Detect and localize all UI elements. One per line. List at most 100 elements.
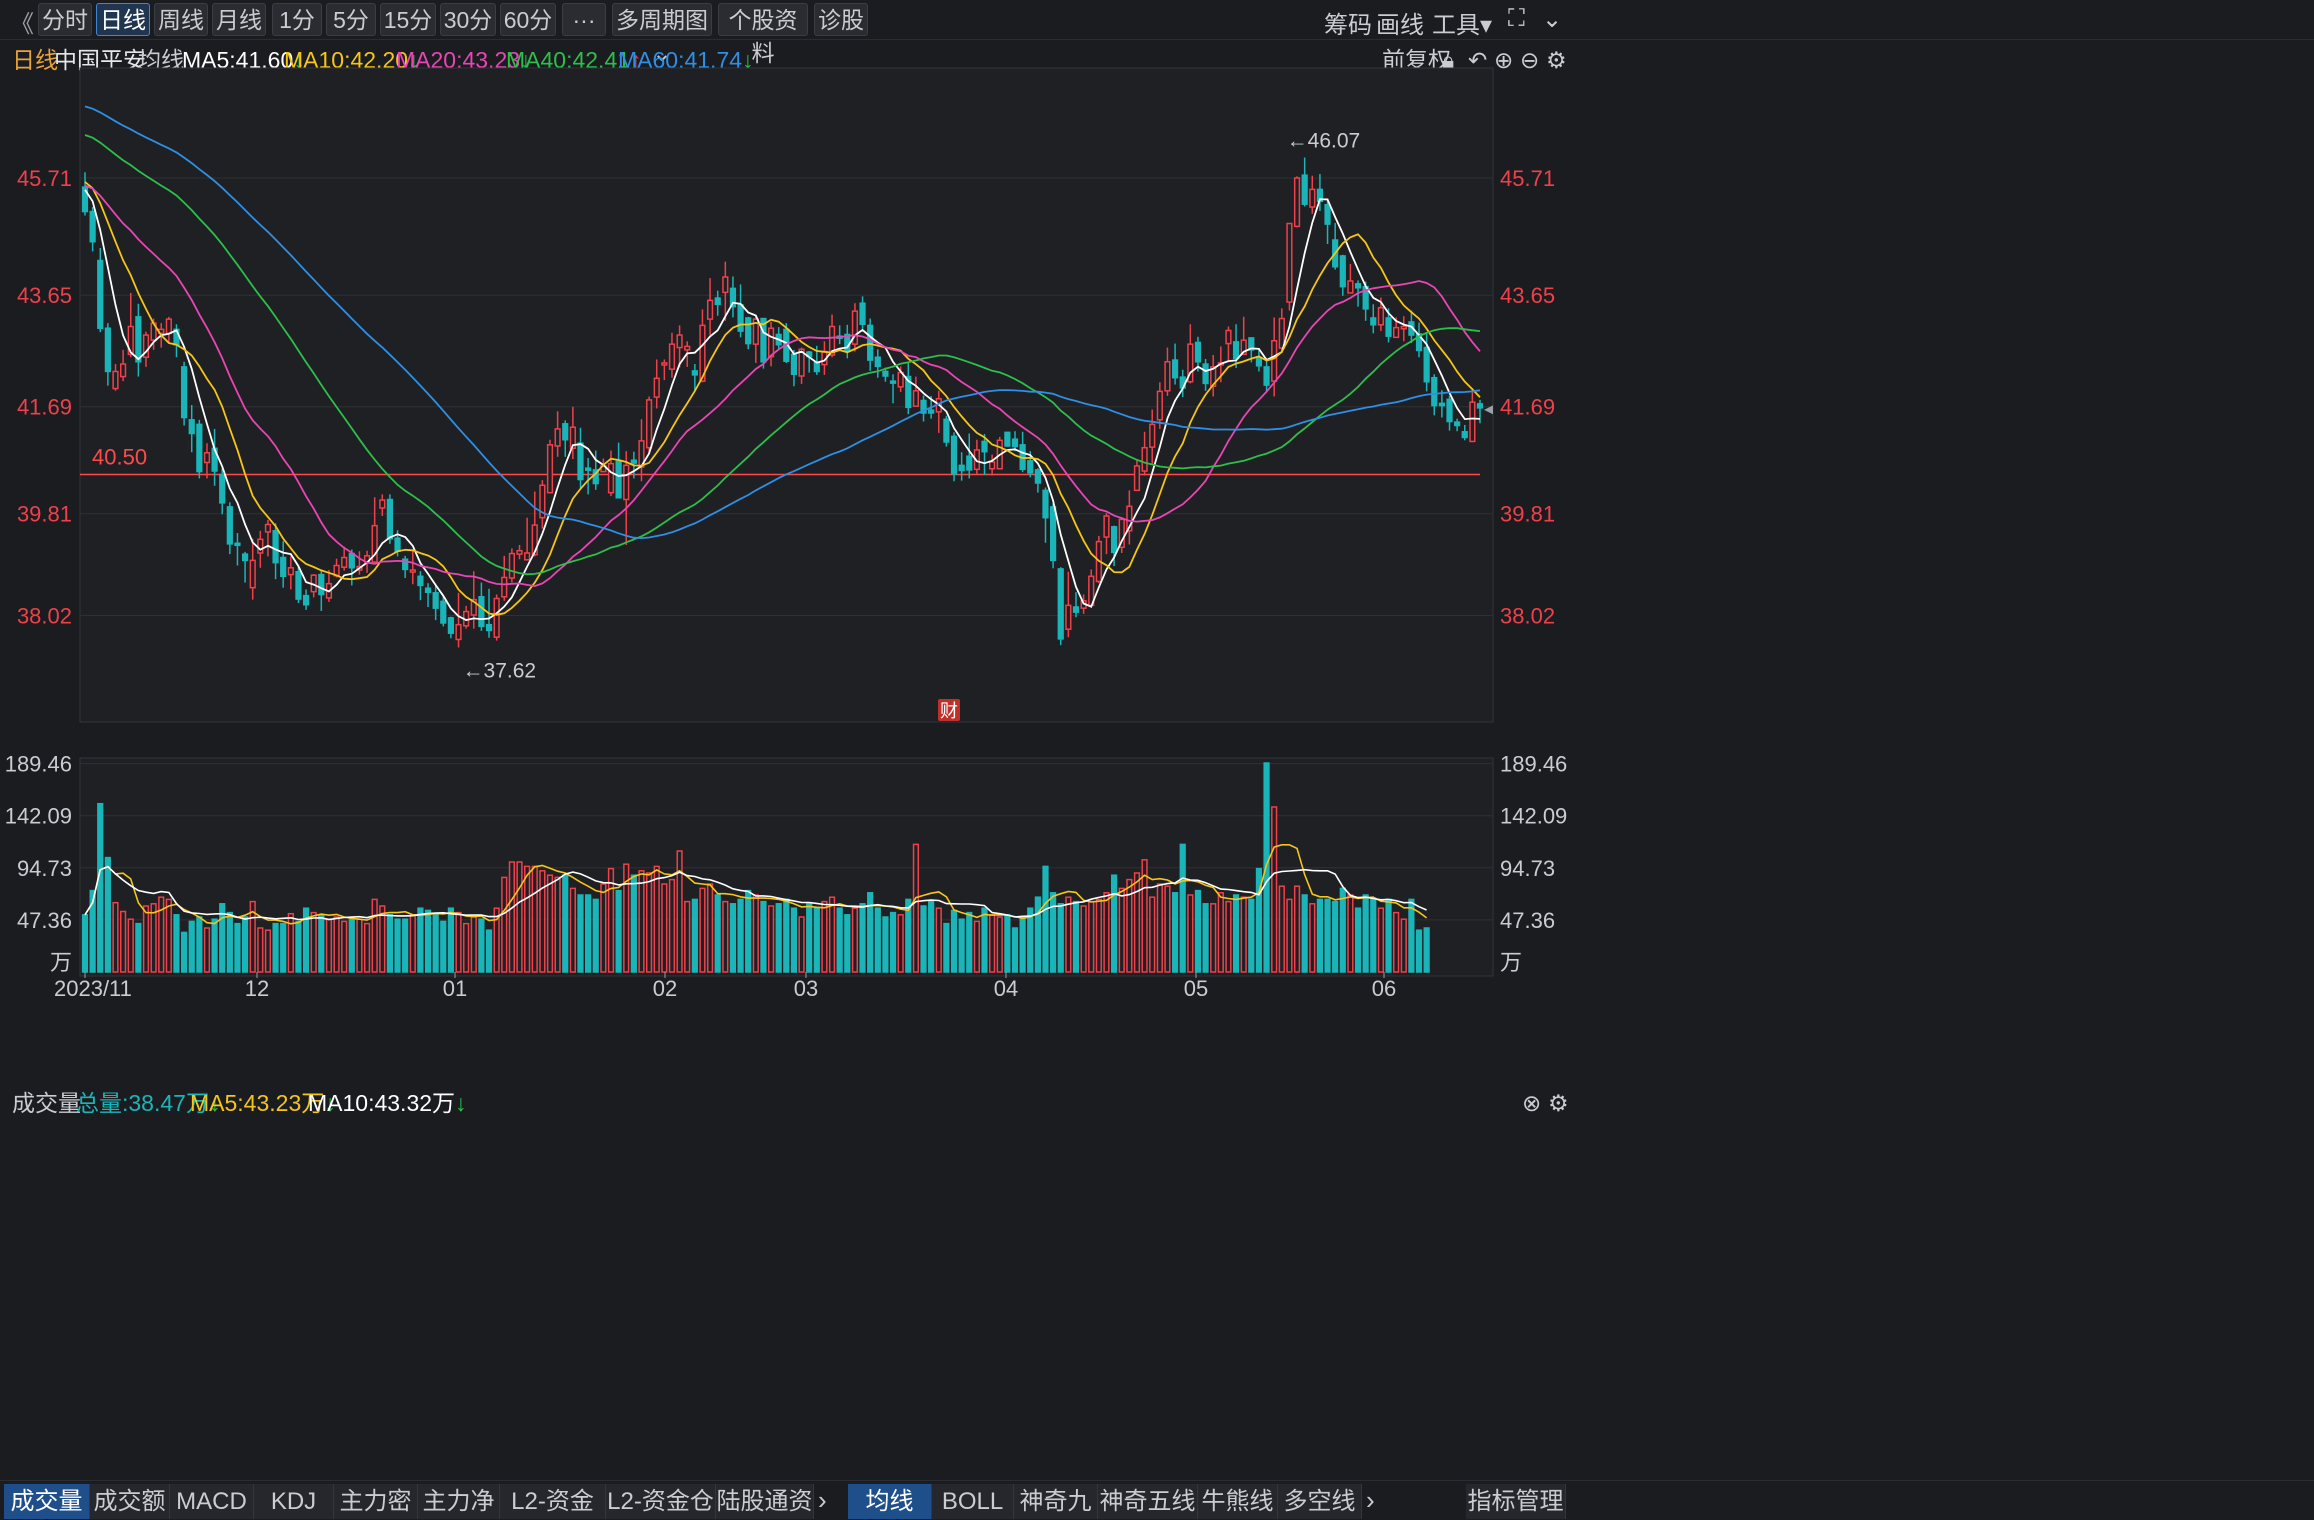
candle-body [676,334,683,349]
volume-bar [165,898,172,973]
volume-tick-label-right: 189.46 [1500,752,1567,777]
volume-tick-label: 万 [50,950,72,975]
volume-bar [783,898,790,973]
tab-volume[interactable]: 成交量 [4,1484,90,1519]
candle-body [1339,255,1346,288]
candle-body [241,553,249,562]
tab-main-code[interactable]: 主力密码 [334,1484,418,1519]
support-label: 40.50 [92,444,147,469]
candle-body [623,464,630,501]
tab-l2-bottom[interactable]: L2-资金抄底 [500,1484,606,1519]
x-tick-label: 12 [245,976,269,1001]
candle-body [1141,446,1148,472]
volume-bar [585,894,592,973]
right-tabs-next-icon[interactable]: › [1366,1485,1375,1516]
volume-bar [112,901,119,973]
tab-turnover[interactable]: 成交额 [90,1484,170,1519]
volume-bar [1110,874,1118,973]
candle-body [1110,526,1118,554]
candle-body [341,556,348,568]
candle-body [440,600,447,624]
volume-bar [1339,887,1346,973]
volume-bar [1225,900,1232,973]
volume-bar [1019,916,1026,973]
volume-bar [508,861,515,973]
candle-body [1271,339,1278,382]
tab-main-net[interactable]: 主力净额 [418,1484,500,1519]
volume-tick-label: 142.09 [5,804,72,829]
volume-bar [1080,905,1087,973]
volume-bar [760,900,767,973]
candle-body [1164,361,1171,392]
candle-body [1027,460,1034,474]
volume-settings-icon[interactable]: ⚙ [1548,1087,1569,1119]
tab-macd[interactable]: MACD [170,1484,254,1519]
candle-body [226,506,233,545]
volume-bar [295,920,302,973]
volume-bar [950,909,958,973]
volume-bar [1187,894,1194,973]
candle-body [249,559,256,589]
candle-body [882,370,889,377]
candle-body [714,297,721,306]
volume-bar [394,918,401,973]
volume-bar [1240,896,1247,973]
candle-body [1225,329,1232,345]
volume-bar [341,920,348,973]
volume-bar [1133,872,1141,973]
candle-body [1469,401,1476,443]
price-tick-label-right: 38.02 [1500,604,1555,629]
candle-body [272,530,279,564]
candle-body [645,399,653,449]
tab-long-short[interactable]: 多空线 [1278,1484,1362,1519]
volume-bar [241,916,249,973]
candle-body [691,370,698,376]
left-tabs-next-icon[interactable]: › [818,1485,827,1516]
candle-body [1034,469,1041,484]
volume-bar [203,927,211,973]
candle-body [447,617,455,634]
candle-body [386,498,394,540]
tab-five-line[interactable]: 神奇五线谱 [1098,1484,1198,1519]
volume-bar [447,907,455,973]
candle-body [745,317,752,345]
volume-bar [973,920,980,973]
candle-body [615,460,622,499]
candle-body [188,419,195,435]
price-tick-label: 38.02 [17,604,72,629]
volume-tick-label: 189.46 [5,752,72,777]
candle-body [219,473,226,504]
volume-bar [348,918,355,973]
candle-body [813,361,820,373]
volume-bar [81,914,89,973]
volume-bar [1217,892,1224,973]
volume-bar [790,907,798,973]
volume-bar [684,900,691,973]
indicator-manage-button[interactable]: 指标管理 [1466,1484,1566,1519]
volume-bar [173,914,180,973]
volume-bar [470,916,477,973]
candle-body [1194,341,1202,363]
tab-boll[interactable]: BOLL [932,1484,1014,1519]
volume-bar [310,911,317,973]
volume-bar [1042,865,1049,973]
tab-ma[interactable]: 均线 [848,1484,932,1519]
volume-bar [371,898,378,973]
candle-body [348,552,355,569]
tab-l2-position[interactable]: L2-资金仓位 [606,1484,716,1519]
candle-body [661,362,668,366]
volume-bar [897,914,904,973]
kline-chart[interactable]: 45.71 45.71 43.65 43.65 41.69 41.69 39.81 39.81… [0,0,2314,1520]
volume-bar [386,914,394,973]
tab-northbound[interactable]: 陆股通资金 [716,1484,814,1519]
close-volume-icon[interactable]: ⊗ [1522,1087,1541,1119]
tab-bull-bear[interactable]: 牛熊线 [1198,1484,1278,1519]
volume-bar [706,883,714,973]
candle-body [562,423,569,441]
candle-body [1454,421,1461,427]
candle-body [89,210,96,243]
tab-nine-turn[interactable]: 神奇九转 [1014,1484,1098,1519]
volume-bar [1194,889,1202,973]
tab-kdj[interactable]: KDJ [254,1484,334,1519]
candle-body [722,276,729,294]
